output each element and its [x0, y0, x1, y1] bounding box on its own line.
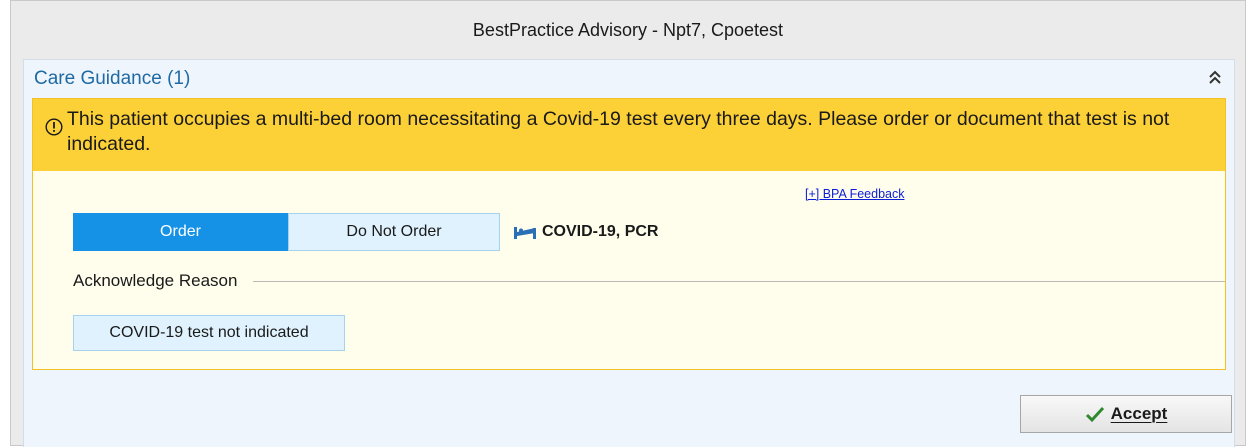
do-not-order-button[interactable]: Do Not Order — [288, 213, 500, 251]
exclamation-circle-icon — [45, 118, 63, 136]
acknowledge-label: Acknowledge Reason — [73, 271, 238, 290]
accept-button-label: Accept — [1110, 404, 1168, 423]
order-toggle: Order Do Not Order — [73, 213, 500, 251]
acknowledge-row: Acknowledge Reason — [73, 271, 1225, 291]
advisory-banner: This patient occupies a multi-bed room n… — [33, 99, 1225, 171]
advisory-message: This patient occupies a multi-bed room n… — [67, 108, 1170, 155]
section-title: Care Guidance (1) — [34, 68, 191, 89]
window-title: BestPractice Advisory - Npt7, Cpoetest — [472, 19, 784, 40]
reason-button[interactable]: COVID-19 test not indicated — [73, 315, 345, 351]
accept-button[interactable]: Accept — [1020, 395, 1232, 433]
order-item: COVID-19, PCR — [513, 223, 658, 241]
order-item-label: COVID-19, PCR — [542, 223, 659, 240]
double-chevron-up-icon[interactable] — [1206, 68, 1224, 86]
hospital-bed-icon — [514, 227, 536, 239]
advisory-window: BestPractice Advisory - Npt7, Cpoetest C… — [10, 0, 1246, 447]
care-guidance-panel: Care Guidance (1) This patient occupies … — [23, 59, 1235, 447]
bpa-feedback-link[interactable]: [+] BPA Feedback — [805, 187, 904, 201]
window-titlebar: BestPractice Advisory - Npt7, Cpoetest — [11, 1, 1245, 59]
advisory-card: This patient occupies a multi-bed room n… — [32, 98, 1226, 370]
checkmark-icon — [1085, 406, 1104, 423]
divider — [253, 280, 1225, 282]
order-button[interactable]: Order — [73, 213, 288, 251]
